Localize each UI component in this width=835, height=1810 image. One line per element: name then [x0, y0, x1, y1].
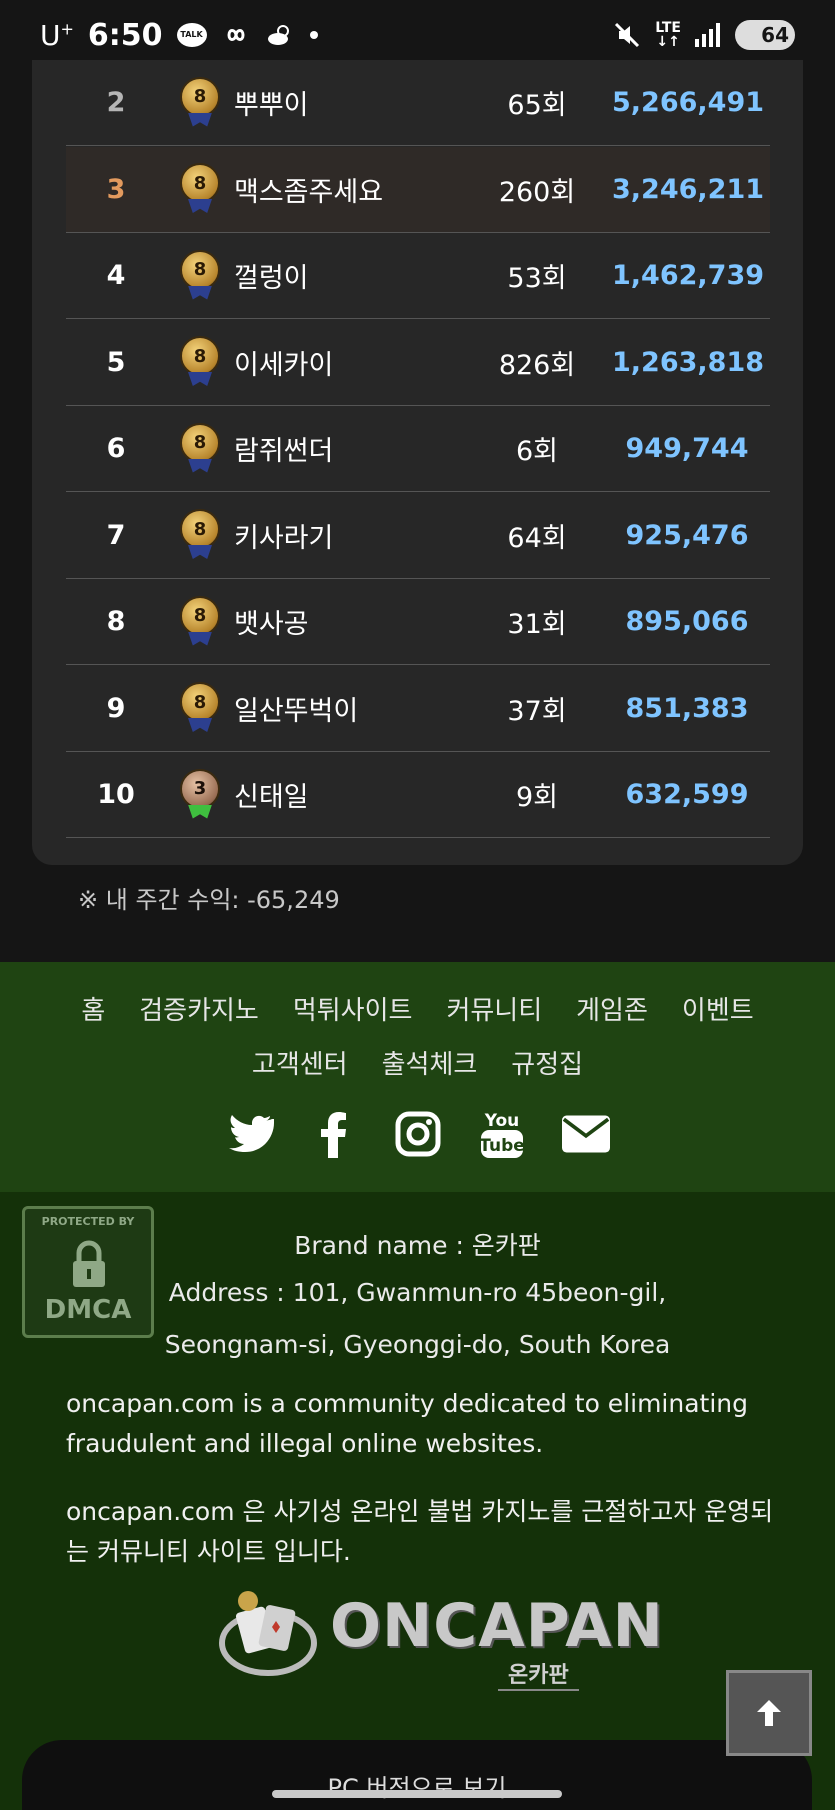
user-name[interactable]: 일산뚜벅이: [222, 689, 462, 728]
winnings-amount: 949,744: [625, 433, 749, 464]
ranking-row[interactable]: 6 8 람쥐썬더 6회 949,744: [66, 406, 770, 492]
ranking-row[interactable]: 8 8 뱃사공 31회 895,066: [66, 579, 770, 665]
nav-scam-sites[interactable]: 먹튀사이트: [293, 990, 413, 1027]
facebook-icon[interactable]: [310, 1110, 358, 1158]
svg-text:Tube: Tube: [480, 1136, 524, 1156]
nav-home[interactable]: 홈: [81, 990, 105, 1027]
ranking-row[interactable]: 2 8 뿌뿌이 65회 5,266,491: [66, 60, 770, 146]
level-badge-icon: 8: [178, 76, 222, 129]
user-name[interactable]: 키사라기: [222, 516, 462, 555]
user-name[interactable]: 맥스좀주세요: [222, 170, 462, 209]
play-count: 260회: [498, 176, 576, 208]
twitter-icon[interactable]: [226, 1110, 274, 1158]
play-count: 31회: [507, 609, 567, 640]
arrow-up-icon: [757, 1700, 781, 1726]
footer-nav: 홈 검증카지노 먹튀사이트 커뮤니티 게임존 이벤트 고객센터 출석체크 규정집…: [0, 962, 835, 1192]
rank-number: 4: [106, 260, 126, 291]
description-en: oncapan.com is a community dedicated to …: [66, 1389, 749, 1458]
ranking-row[interactable]: 9 8 일산뚜벅이 37회 851,383: [66, 666, 770, 752]
ranking-row[interactable]: 5 8 이세카이 826회 1,263,818: [66, 320, 770, 406]
footer-nav-line-1: 홈 검증카지노 먹튀사이트 커뮤니티 게임존 이벤트: [0, 990, 835, 1027]
nav-game-zone[interactable]: 게임존: [576, 990, 648, 1027]
rank-number: 2: [106, 87, 126, 118]
battery-indicator: 64: [735, 20, 795, 50]
my-weekly-income: ※ 내 주간 수익: -65,249: [78, 886, 340, 914]
winnings-amount: 1,263,818: [612, 346, 765, 378]
level-badge-icon: 8: [178, 422, 222, 475]
ranking-panel: 2 8 뿌뿌이 65회 5,266,491 3 8 맥스좀주세요 260회 3,246,211 4 8…: [32, 60, 803, 865]
nav-rules[interactable]: 규정집: [511, 1044, 583, 1081]
user-name[interactable]: 껄렁이: [222, 256, 462, 295]
nav-events[interactable]: 이벤트: [682, 990, 754, 1027]
ranking-row[interactable]: 10 3 신태일 9회 632,599: [66, 752, 770, 838]
home-indicator[interactable]: [272, 1790, 562, 1798]
level-badge-icon: 3: [178, 768, 222, 821]
kakaotalk-icon: TALK: [176, 23, 207, 47]
scroll-top-button[interactable]: [726, 1670, 812, 1756]
weather-icon: [265, 23, 295, 47]
rank-number: 9: [106, 692, 126, 724]
mail-icon[interactable]: [561, 1110, 610, 1158]
svg-text:You: You: [483, 1111, 519, 1131]
cards-emblem-icon: [219, 1591, 317, 1676]
winnings-amount: 1,462,739: [612, 260, 765, 291]
nav-verified-casino[interactable]: 검증카지노: [139, 990, 259, 1027]
winnings-amount: 895,066: [625, 606, 749, 637]
user-name[interactable]: 이세카이: [222, 343, 462, 382]
rank-number: 5: [106, 346, 126, 378]
social-links: You Tube: [0, 1110, 835, 1158]
user-name[interactable]: 뱃사공: [222, 602, 462, 641]
clock: 6:50: [87, 17, 163, 53]
pc-version-button[interactable]: PC 버전으로 보기: [22, 1740, 812, 1810]
youtube-icon[interactable]: You Tube: [478, 1110, 526, 1158]
nav-attendance[interactable]: 출석체크: [382, 1044, 478, 1081]
address-line-2: Seongnam-si, Gyeonggi-do, South Korea: [164, 1330, 671, 1359]
lte-icon: LTE ↓↑: [655, 20, 681, 50]
level-badge-icon: 8: [178, 682, 222, 734]
play-count: 65회: [507, 90, 567, 121]
rank-number: 6: [106, 433, 126, 464]
oncapan-logo: ONCAPAN 온카판: [218, 1585, 663, 1695]
winnings-amount: 925,476: [625, 519, 749, 551]
user-name[interactable]: 뿌뿌이: [222, 83, 462, 122]
winnings-amount: 3,246,211: [612, 173, 765, 205]
rank-number: 7: [106, 519, 126, 551]
play-count: 53회: [507, 263, 567, 294]
level-badge-icon: 8: [178, 249, 222, 302]
description-ko: oncapan.com 은 사기성 온라인 불법 카지노를 근절하고자 운영되는…: [66, 1497, 774, 1566]
rank-number: 3: [106, 173, 126, 205]
ranking-row[interactable]: 4 8 껄렁이 53회 1,462,739: [66, 233, 770, 319]
level-badge-icon: 8: [178, 336, 222, 388]
ranking-row[interactable]: 3 8 맥스좀주세요 260회 3,246,211: [66, 146, 770, 233]
level-badge-icon: 8: [178, 509, 222, 561]
winnings-amount: 851,383: [625, 692, 749, 724]
nav-customer-center[interactable]: 고객센터: [252, 1044, 348, 1081]
play-count: 826회: [498, 349, 576, 381]
ranking-row[interactable]: 7 8 키사라기 64회 925,476: [66, 493, 770, 579]
address-line-1: Address : 101, Gwanmun-ro 45beon-gil,: [168, 1278, 667, 1307]
rank-number: 8: [106, 606, 126, 637]
play-count: 9회: [515, 782, 559, 813]
signal-icon: [695, 23, 721, 47]
winnings-amount: 632,599: [625, 779, 749, 810]
user-name[interactable]: 신태일: [222, 775, 462, 814]
infinity-icon: [221, 25, 251, 45]
brand-name: Brand name : 온카판: [294, 1231, 541, 1260]
rank-number: 10: [97, 779, 135, 810]
level-badge-icon: 8: [178, 163, 222, 215]
footer-nav-line-2: 고객센터 출석체크 규정집: [0, 1044, 835, 1081]
carrier-label: U+: [40, 18, 74, 52]
level-badge-icon: 8: [178, 595, 222, 648]
mute-icon: [613, 21, 641, 49]
footer-info: PROTECTED BY DMCA Brand name : 온카판 Addre…: [0, 1192, 835, 1810]
notification-dot-icon: [309, 30, 319, 40]
winnings-amount: 5,266,491: [612, 87, 765, 118]
play-count: 6회: [515, 436, 559, 467]
instagram-icon[interactable]: [394, 1110, 442, 1158]
nav-community[interactable]: 커뮤니티: [446, 990, 542, 1027]
play-count: 37회: [507, 695, 567, 727]
user-name[interactable]: 람쥐썬더: [222, 429, 462, 468]
play-count: 64회: [507, 522, 567, 554]
